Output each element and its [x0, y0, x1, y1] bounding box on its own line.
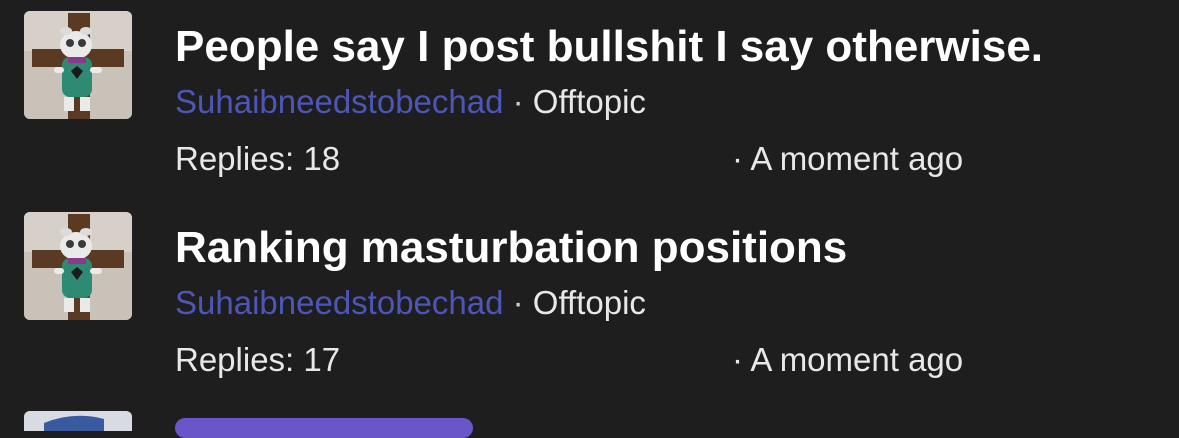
avatar[interactable]	[24, 411, 132, 431]
plush-on-cross-avatar-icon	[24, 11, 132, 119]
thread-meta: Suhaibneedstobechad · Offtopic	[175, 284, 646, 322]
partial-avatar-icon	[24, 411, 132, 431]
reply-count: Replies: 18	[175, 140, 341, 177]
thread-item[interactable]: Ranking masturbation positions Suhaibnee…	[0, 201, 1179, 401]
category-link[interactable]: Offtopic	[533, 83, 646, 120]
meta-separator: ·	[512, 284, 524, 321]
avatar[interactable]	[24, 11, 132, 119]
meta-separator: ·	[512, 83, 524, 120]
thread-title-badge[interactable]	[175, 418, 473, 438]
author-link[interactable]: Suhaibneedstobechad	[175, 83, 503, 120]
author-link[interactable]: Suhaibneedstobechad	[175, 284, 503, 321]
thread-item[interactable]: People say I post bullshit I say otherwi…	[0, 0, 1179, 200]
thread-title[interactable]: People say I post bullshit I say otherwi…	[175, 22, 1043, 72]
reply-count: Replies: 17	[175, 341, 341, 378]
timestamp: · A moment ago	[732, 341, 964, 378]
timestamp: · A moment ago	[732, 140, 964, 177]
thread-title[interactable]: Ranking masturbation positions	[175, 223, 847, 273]
category-link[interactable]: Offtopic	[533, 284, 646, 321]
thread-meta: Suhaibneedstobechad · Offtopic	[175, 83, 646, 121]
avatar[interactable]	[24, 212, 132, 320]
plush-on-cross-avatar-icon	[24, 212, 132, 320]
